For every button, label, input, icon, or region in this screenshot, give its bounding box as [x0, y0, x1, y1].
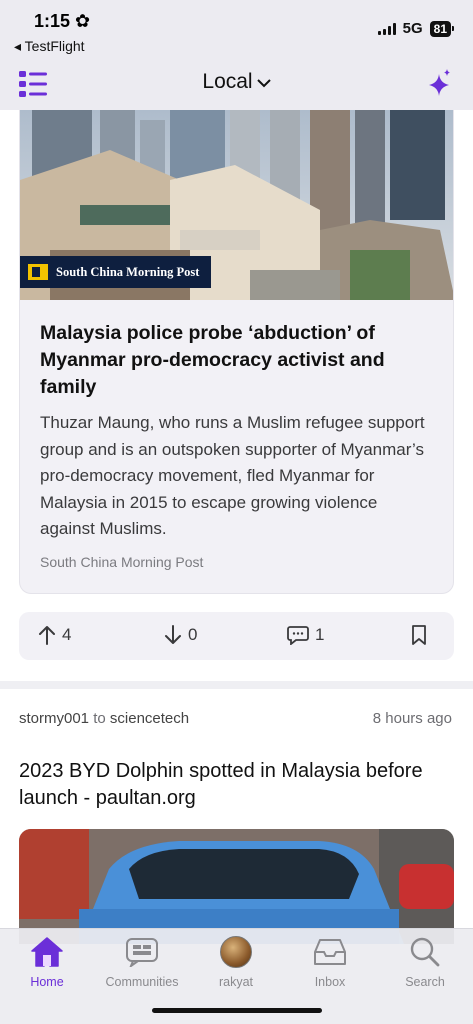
post-divider	[0, 681, 473, 689]
arrow-down-icon	[165, 625, 181, 644]
tab-inbox-label: Inbox	[314, 975, 346, 989]
status-time: 1:15 ✿	[34, 11, 90, 32]
home-icon	[2, 935, 92, 969]
home-indicator[interactable]	[152, 1008, 322, 1013]
post-title[interactable]: 2023 BYD Dolphin spotted in Malaysia bef…	[19, 758, 459, 812]
network-label: 5G	[402, 20, 423, 37]
inbox-icon	[285, 935, 375, 969]
tab-inbox[interactable]: Inbox	[285, 935, 375, 989]
tab-communities[interactable]: Communities	[97, 935, 187, 989]
feed-selector[interactable]: Local	[0, 70, 473, 94]
post-image[interactable]	[19, 829, 454, 944]
search-icon	[380, 935, 470, 969]
flower-icon: ✿	[75, 11, 91, 31]
article-description: Thuzar Maung, who runs a Muslim refugee …	[40, 413, 425, 538]
tab-profile-label: rakyat	[218, 975, 254, 989]
comments-button[interactable]: 1	[287, 625, 324, 645]
article-card[interactable]: South China Morning Post Malaysia police…	[19, 110, 454, 594]
communities-icon	[97, 935, 187, 969]
tab-home[interactable]: Home	[2, 935, 92, 989]
post-meta-to: to	[93, 710, 106, 727]
feed-title: Local	[202, 70, 253, 93]
article-image: South China Morning Post	[20, 110, 453, 300]
article-source[interactable]: South China Morning Post	[40, 554, 203, 570]
scmp-logo-icon	[28, 264, 48, 280]
post-meta: stormy001 to sciencetech	[19, 710, 189, 727]
comment-icon	[287, 626, 309, 645]
tab-search-label: Search	[405, 975, 445, 989]
tab-communities-label: Communities	[105, 975, 179, 989]
bookmark-button[interactable]	[411, 625, 427, 645]
source-badge: South China Morning Post	[20, 256, 212, 288]
post-timestamp: 8 hours ago	[372, 710, 452, 727]
post-author[interactable]: stormy001	[19, 710, 89, 727]
post-actions: 4 0 1	[19, 612, 454, 660]
upvote-count: 4	[62, 625, 72, 644]
downvote-button[interactable]: 0	[164, 625, 197, 645]
chevron-down-icon	[256, 70, 271, 94]
downvote-count: 0	[188, 625, 198, 644]
bookmark-icon	[412, 625, 426, 645]
battery-icon: 81	[429, 20, 455, 37]
top-header: 1:15 ✿ ◂ TestFlight 5G 81 Local	[0, 0, 473, 110]
comment-count: 1	[315, 625, 325, 644]
source-badge-label: South China Morning Post	[56, 264, 200, 279]
tab-profile[interactable]: rakyat	[191, 935, 281, 989]
status-indicators: 5G 81	[377, 20, 455, 37]
signal-icon	[377, 22, 396, 35]
tab-home-label: Home	[30, 975, 64, 989]
article-title[interactable]: Malaysia police probe ‘abduction’ of Mya…	[40, 320, 435, 401]
arrow-up-icon	[39, 626, 55, 645]
tab-search[interactable]: Search	[380, 935, 470, 989]
sparkle-icon[interactable]	[425, 68, 453, 98]
clock-text: 1:15	[34, 11, 71, 31]
upvote-button[interactable]: 4	[38, 625, 71, 645]
avatar	[220, 936, 252, 968]
back-to-testflight[interactable]: ◂ TestFlight	[14, 38, 85, 55]
post-community[interactable]: sciencetech	[110, 710, 189, 727]
